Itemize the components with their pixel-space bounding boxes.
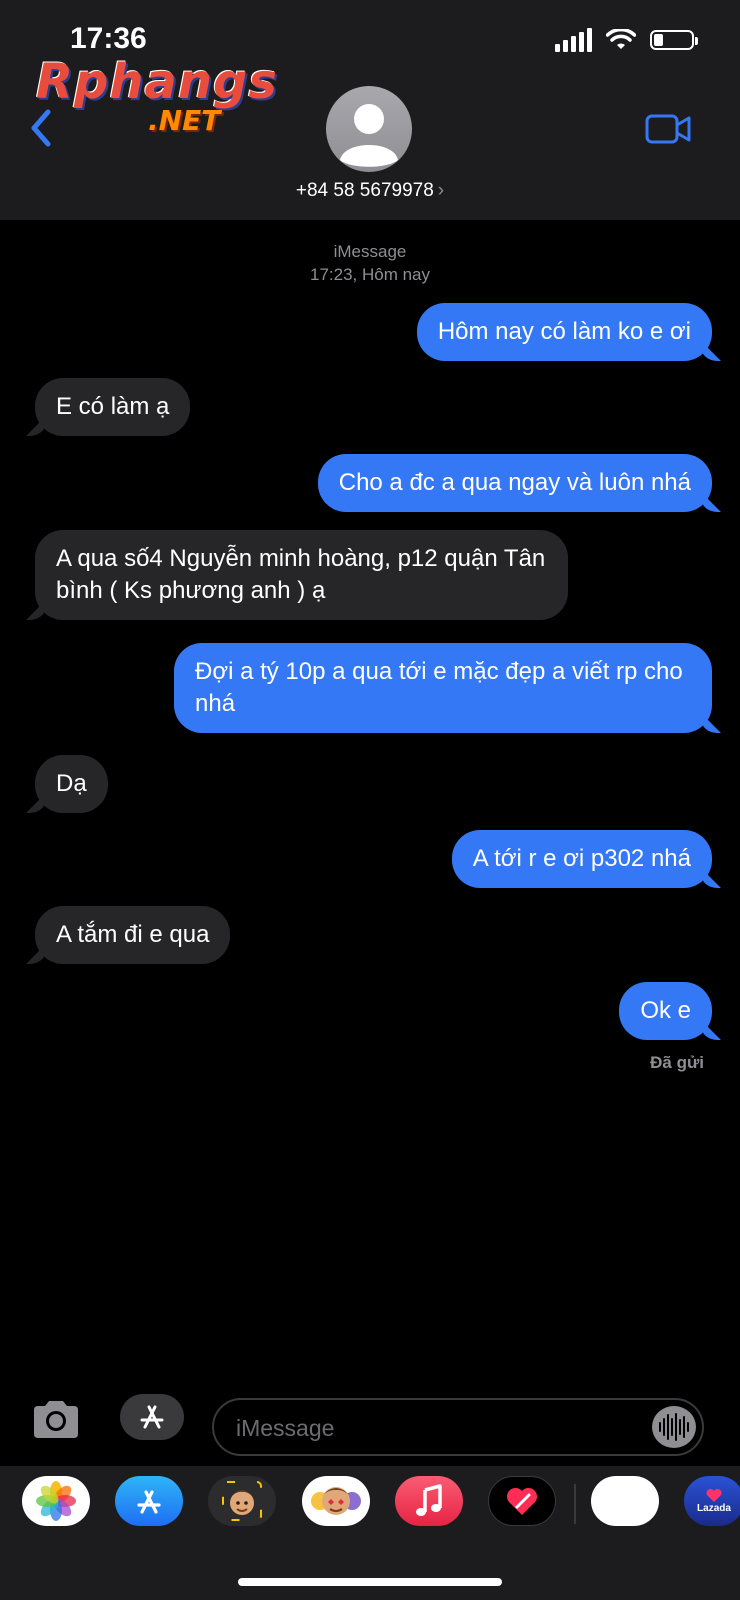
app-store-icon[interactable] bbox=[115, 1476, 183, 1526]
animoji-icon[interactable] bbox=[302, 1476, 370, 1526]
imessage-app-drawer: ebay Lazada bbox=[0, 1466, 740, 1600]
message-bubble-sent[interactable]: A tới r e ơi p302 nhá bbox=[451, 830, 712, 888]
memoji-icon[interactable] bbox=[208, 1476, 276, 1526]
lazada-icon[interactable]: Lazada bbox=[684, 1476, 740, 1526]
photos-icon[interactable] bbox=[22, 1476, 90, 1526]
watermark-sub: .NET bbox=[148, 104, 221, 137]
watermark-main: Rphangs bbox=[36, 54, 278, 110]
contact-avatar[interactable] bbox=[326, 86, 412, 172]
service-label: iMessage bbox=[333, 242, 407, 261]
thread-timestamp: 17:23, Hôm nay bbox=[309, 265, 430, 284]
battery-icon bbox=[650, 30, 698, 50]
cellular-signal-icon bbox=[555, 28, 592, 52]
watermark-logo: Rphangs .NET bbox=[36, 54, 278, 137]
wifi-icon bbox=[606, 29, 636, 49]
app-store-icon bbox=[140, 1405, 164, 1429]
person-silhouette-icon bbox=[340, 104, 398, 167]
lazada-heart-icon bbox=[706, 1488, 722, 1502]
contact-number: +84 58 5679978 bbox=[295, 180, 434, 201]
music-icon[interactable] bbox=[395, 1476, 463, 1526]
contact-name-button[interactable]: +84 58 5679978 › bbox=[0, 180, 740, 202]
message-bubble-received[interactable]: E có làm ạ bbox=[35, 378, 191, 436]
home-indicator[interactable] bbox=[238, 1578, 502, 1586]
composer bbox=[0, 1390, 740, 1456]
message-input-field[interactable] bbox=[212, 1398, 704, 1456]
back-chevron-icon[interactable] bbox=[26, 108, 56, 148]
delivered-status: Đã gửi bbox=[650, 1053, 704, 1072]
facetime-video-icon[interactable] bbox=[644, 112, 692, 146]
digital-touch-icon[interactable] bbox=[488, 1476, 556, 1526]
app-store-toggle-button[interactable] bbox=[120, 1394, 184, 1440]
status-time: 17:36 bbox=[70, 22, 147, 55]
message-bubble-sent[interactable]: Đợi a tý 10p a qua tới e mặc đẹp a viết … bbox=[174, 643, 712, 733]
message-bubble-sent[interactable]: Ok e bbox=[619, 982, 712, 1040]
message-bubble-sent[interactable]: Cho a đc a qua ngay và luôn nhá bbox=[317, 454, 712, 512]
message-bubble-received[interactable]: Dạ bbox=[35, 755, 108, 813]
status-icons bbox=[555, 28, 698, 52]
app-drawer-divider bbox=[574, 1484, 576, 1524]
audio-message-icon[interactable] bbox=[652, 1406, 696, 1448]
conversation-header: 17:36 Rphangs .NET +84 58 5679978 › bbox=[0, 0, 740, 220]
message-bubble-received[interactable]: A qua số4 Nguyễn minh hoàng, p12 quận Tâ… bbox=[35, 530, 568, 620]
message-input[interactable] bbox=[234, 1400, 638, 1456]
chevron-right-icon: › bbox=[437, 180, 445, 201]
ebay-icon[interactable]: ebay bbox=[591, 1476, 659, 1526]
camera-icon[interactable] bbox=[30, 1398, 82, 1440]
message-bubble-received[interactable]: A tắm đi e qua bbox=[35, 906, 231, 964]
message-bubble-sent[interactable]: Hôm nay có làm ko e ơi bbox=[416, 303, 712, 361]
